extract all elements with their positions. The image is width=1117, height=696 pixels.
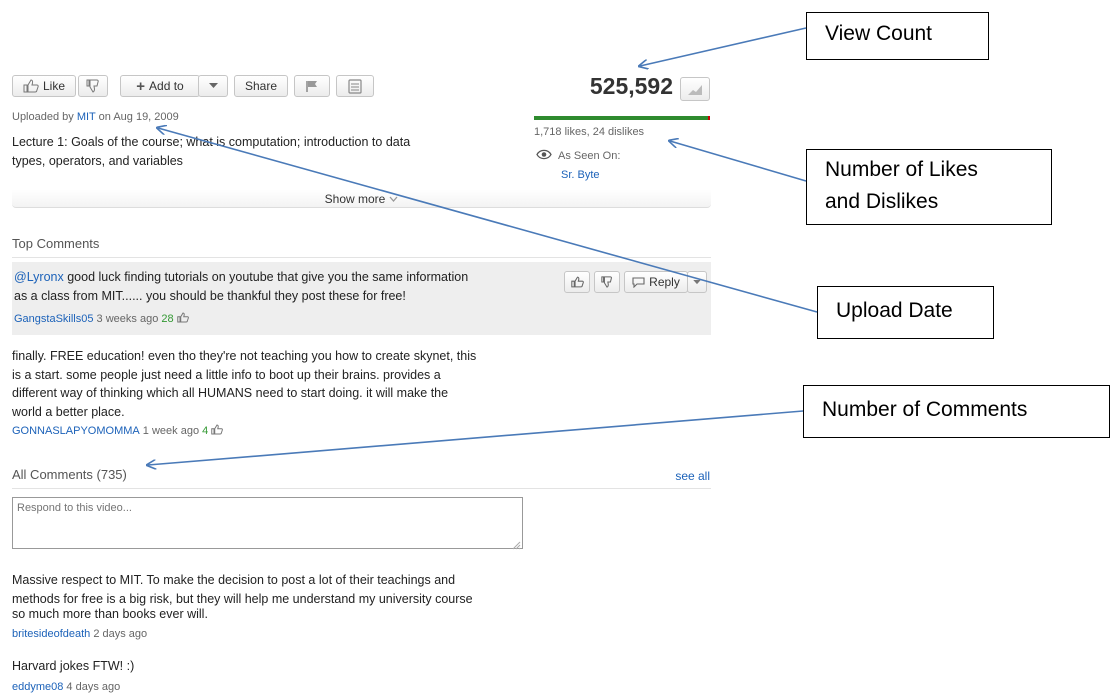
thumbs-down-icon [601,276,613,288]
add-to-label: Add to [149,79,184,93]
annotation-upload-date: Upload Date [817,286,994,339]
comment: Massive respect to MIT. To make the deci… [12,571,473,624]
divider [12,257,711,258]
comment-reply-button[interactable]: Reply [624,271,688,293]
show-more-label: Show more [324,191,386,206]
comment-menu-button[interactable] [687,271,707,293]
flag-button[interactable] [294,75,330,97]
annotation-comments: Number of Comments [803,385,1110,438]
add-to-button[interactable]: + Add to [120,75,200,97]
description-line: types, operators, and variables [12,154,183,168]
transcript-button[interactable] [336,75,374,97]
top-comment: finally. FREE education! even tho they'r… [12,347,476,421]
annotation-label: and Dislikes [825,190,939,213]
like-button[interactable]: Like [12,75,76,97]
speech-bubble-icon [632,276,645,288]
comment-line: is a start. some people just need a litt… [12,367,441,382]
thumbs-up-icon [176,312,189,326]
divider [12,488,711,489]
chart-icon [687,83,703,96]
mention-link[interactable]: @Lyronx [14,270,64,284]
comment-author[interactable]: britesideofdeath [12,628,90,640]
comment-meta: GONNASLAPYOMOMMA 1 week ago 4 [12,424,224,438]
comment-like-count: 28 [161,313,174,325]
annotation-label: Number of Likes [825,158,978,181]
seen-on-label: As Seen On: [558,150,621,162]
thumbs-down-icon [86,79,100,93]
stats-button[interactable] [680,77,710,101]
chevron-down-icon [389,192,398,206]
annotation-label: View Count [825,22,933,45]
annotation-view-count: View Count [806,12,989,60]
show-more-bar[interactable]: Show more [12,190,711,208]
comment-author[interactable]: GangstaSkills05 [14,313,94,325]
chevron-down-icon [208,83,218,89]
chevron-down-icon [693,279,701,285]
top-comments-title: Top Comments [12,236,100,251]
top-comment: @Lyronx good luck finding tutorials on y… [14,268,468,306]
comment-like-count: 4 [202,425,209,437]
likes-dislikes-count: 1,718 likes, 24 dislikes [534,126,645,138]
uploader-link[interactable]: MIT [77,111,96,123]
comment-time: 1 week ago [139,425,203,437]
annotation-label: Number of Comments [822,398,1028,421]
annotation-likes: Number of Likes and Dislikes [806,149,1052,225]
comment-author[interactable]: GONNASLAPYOMOMMA [12,425,140,437]
flag-icon [305,80,319,93]
comment-line: Harvard jokes FTW! :) [12,659,135,673]
arrow-view-count [640,27,807,66]
upload-date: on Aug 19, 2009 [95,111,179,123]
comment-line: @Lyronx good luck finding tutorials on y… [14,268,468,287]
seen-on-row: As Seen On: [536,147,620,165]
comment-input[interactable] [12,497,523,549]
thumbs-up-icon [211,424,224,438]
reply-label: Reply [649,275,680,289]
share-button[interactable]: Share [234,75,288,97]
comment-line: different way of thinking which all HUMA… [12,386,449,400]
comment: Harvard jokes FTW! :) [12,657,134,676]
comment-line: Massive respect to MIT. To make the deci… [12,573,456,587]
plus-icon: + [136,77,146,95]
add-to-dropdown-button[interactable] [198,75,228,97]
like-ratio-fill [534,116,708,120]
upload-prefix: Uploaded by [12,111,77,123]
see-all-link[interactable]: see all [640,469,710,483]
comment-meta: eddyme08 4 days ago [12,681,120,693]
comment-text: good luck finding tutorials on youtube t… [63,270,469,284]
like-ratio-bar [534,116,710,120]
comment-line: finally. FREE education! even tho they'r… [12,349,477,363]
upload-info: Uploaded by MIT on Aug 19, 2009 [12,111,179,123]
comment-time: 3 weeks ago [93,313,162,325]
resize-handle-icon[interactable] [512,537,521,555]
comment-time: 4 days ago [63,681,121,693]
eye-icon [536,147,552,165]
arrow-likes [670,141,807,182]
view-count: 525,592 [589,73,673,99]
comment-line: world a better place. [12,404,125,419]
transcript-icon [347,78,363,94]
comment-meta: britesideofdeath 2 days ago [12,628,147,640]
comment-dislike-button[interactable] [594,271,620,293]
description-line: Lecture 1: Goals of the course; what is … [12,135,411,149]
thumbs-up-icon [570,276,584,288]
comment-meta: GangstaSkills05 3 weeks ago 28 [14,312,189,326]
seen-on-link[interactable]: Sr. Byte [561,169,600,181]
all-comments-title: All Comments (735) [12,467,127,482]
comment-like-button[interactable] [564,271,590,293]
comment-time: 2 days ago [90,628,148,640]
comment-line: as a class from MIT...... you should be … [14,289,406,303]
video-description: Lecture 1: Goals of the course; what is … [12,133,410,171]
comment-author[interactable]: eddyme08 [12,681,63,693]
like-label: Like [42,79,65,93]
annotation-label: Upload Date [836,299,953,322]
dislike-button[interactable] [78,75,108,97]
share-label: Share [244,79,278,93]
thumbs-up-icon [23,79,39,93]
